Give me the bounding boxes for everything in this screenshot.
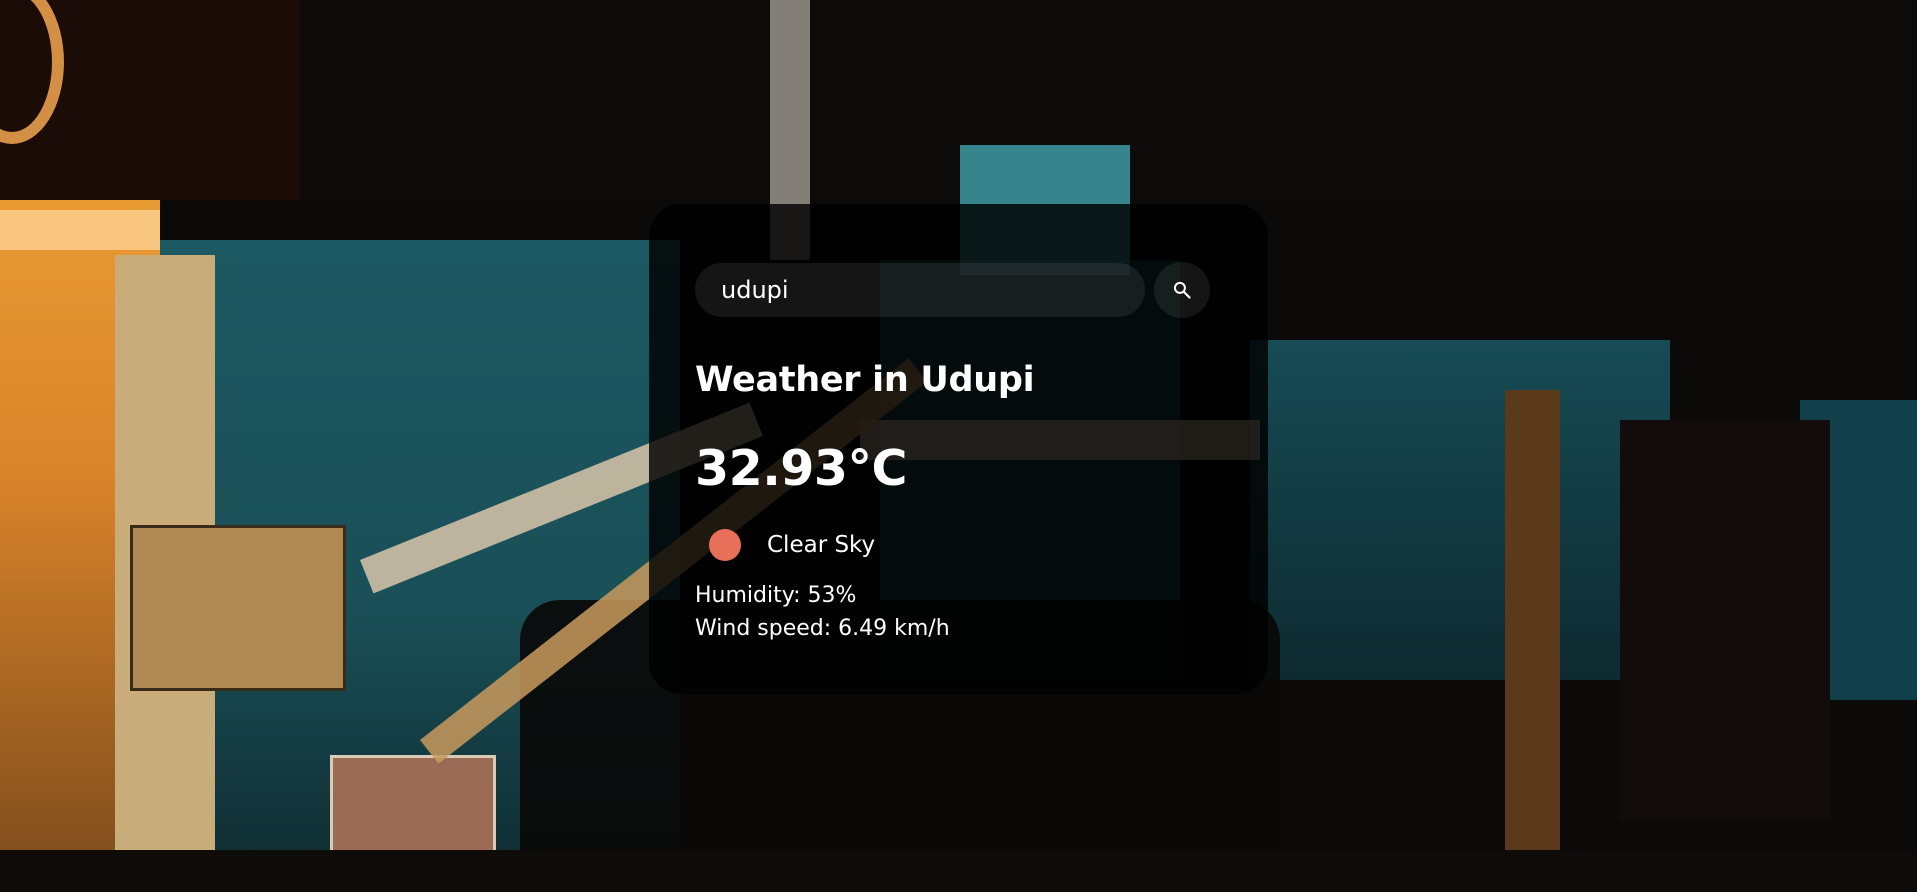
search-bar (695, 262, 1210, 318)
weather-description-row: Clear Sky (695, 529, 1210, 561)
humidity: Humidity: 53% (695, 583, 857, 608)
weather-description: Clear Sky (767, 532, 876, 558)
search-input[interactable] (695, 263, 1145, 317)
weather-stats: Humidity: 53% Wind speed: 6.49 km/h (695, 579, 1210, 645)
wind-speed: Wind speed: 6.49 km/h (695, 616, 950, 641)
weather-card: Weather in Udupi 32.93°C Clear Sky Humid… (649, 204, 1268, 694)
temperature: 32.93°C (695, 440, 907, 497)
clear-sky-sun-icon (709, 529, 741, 561)
search-button[interactable] (1154, 262, 1210, 318)
city-title: Weather in Udupi (695, 360, 1035, 400)
search-icon (1173, 281, 1191, 299)
